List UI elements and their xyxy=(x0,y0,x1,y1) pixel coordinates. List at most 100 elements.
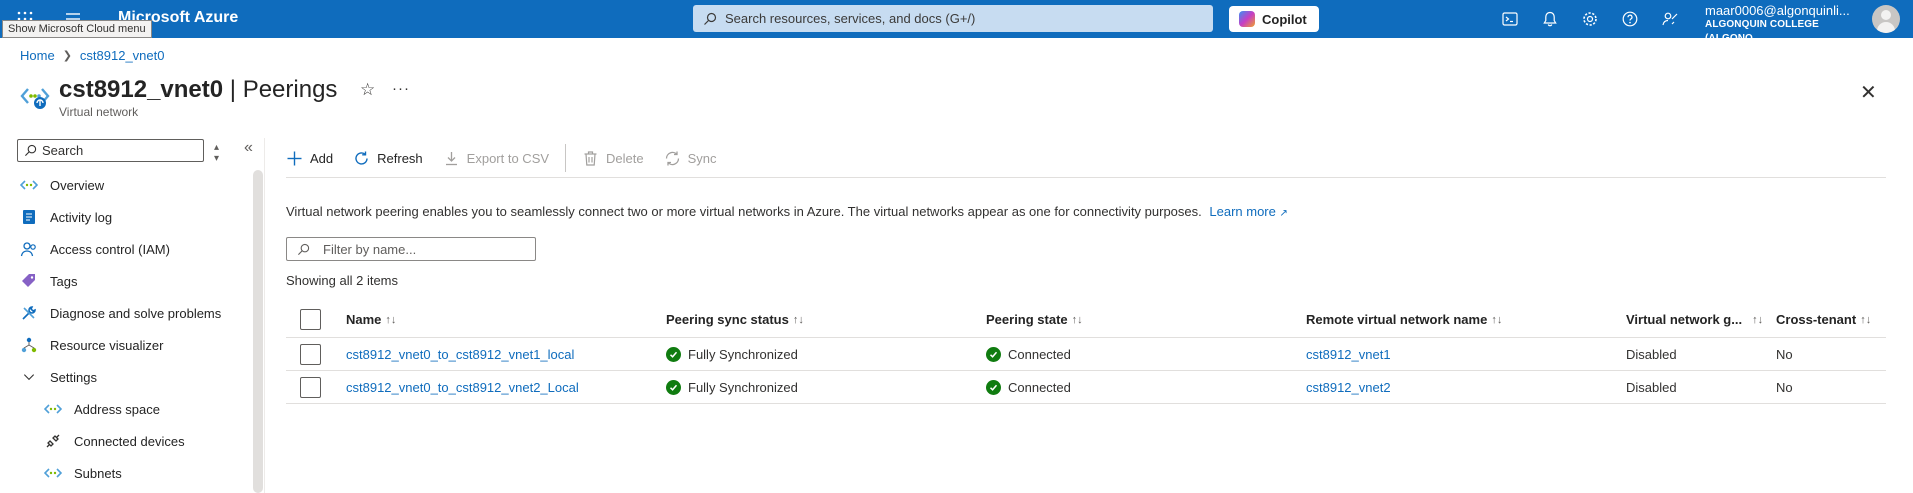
sort-icon: ↑↓ xyxy=(1860,313,1872,326)
topbar-actions xyxy=(1490,0,1690,38)
table-header-row: Name ↑↓ Peering sync status ↑↓ Peering sta… xyxy=(286,302,1886,338)
diagnose-icon xyxy=(20,304,38,322)
column-header-cross-tenant[interactable]: Cross-tenant ↑↓ xyxy=(1776,302,1871,337)
search-icon xyxy=(704,12,717,25)
copilot-button[interactable]: Copilot xyxy=(1229,6,1319,32)
row-checkbox[interactable] xyxy=(300,338,321,370)
peerings-table: Name ↑↓ Peering sync status ↑↓ Peering sta… xyxy=(286,302,1886,404)
nav-group-settings[interactable]: Settings xyxy=(20,361,250,393)
sort-toggle-icon[interactable]: ▴ ▾ xyxy=(214,142,219,164)
favorite-star-icon[interactable]: ☆ xyxy=(360,80,375,100)
filter-placeholder: Filter by name... xyxy=(323,241,417,257)
success-check-icon xyxy=(986,346,1001,362)
nav-item-connected-devices[interactable]: Connected devices xyxy=(20,425,250,457)
iam-icon xyxy=(20,240,38,258)
remote-vnet-link[interactable]: cst8912_vnet2 xyxy=(1306,371,1391,403)
nav-scrollbar[interactable] xyxy=(253,170,263,493)
overview-icon xyxy=(20,176,38,194)
sort-icon: ↑↓ xyxy=(1752,313,1764,326)
plug-icon xyxy=(44,432,62,450)
account-info[interactable]: maar0006@algonquinli... ALGONQUIN COLLEG… xyxy=(1705,4,1867,46)
global-search-input[interactable]: Search resources, services, and docs (G+… xyxy=(693,5,1213,32)
subnets-icon xyxy=(44,464,62,482)
sort-icon: ↑↓ xyxy=(385,313,397,326)
copilot-label: Copilot xyxy=(1262,11,1307,27)
chevron-down-icon xyxy=(20,368,38,386)
top-bar: Microsoft Azure Search resources, servic… xyxy=(0,0,1913,44)
panel-divider xyxy=(264,138,265,493)
peering-name-link[interactable]: cst8912_vnet0_to_cst8912_vnet2_Local xyxy=(346,371,579,403)
info-description: Virtual network peering enables you to s… xyxy=(286,204,1288,219)
refresh-button[interactable]: Refresh xyxy=(353,150,423,167)
close-icon[interactable]: ✕ xyxy=(1860,80,1877,105)
avatar[interactable] xyxy=(1872,5,1900,33)
column-header-remote-vnet[interactable]: Remote virtual network name ↑↓ xyxy=(1306,302,1502,337)
sort-icon: ↑↓ xyxy=(1071,313,1083,326)
learn-more-link[interactable]: Learn more ↗ xyxy=(1209,204,1288,219)
page-title-resource: cst8912_vnet0 xyxy=(59,76,224,103)
settings-gear-icon[interactable] xyxy=(1570,0,1610,38)
sync-status-cell: Fully Synchronized xyxy=(666,371,798,403)
nav-item-iam[interactable]: Access control (IAM) xyxy=(20,233,250,265)
export-csv-button[interactable]: Export to CSV xyxy=(443,150,549,167)
copilot-icon xyxy=(1239,11,1255,27)
global-search-placeholder: Search resources, services, and docs (G+… xyxy=(725,11,976,26)
notifications-bell-icon[interactable] xyxy=(1530,0,1570,38)
nav-search-placeholder: Search xyxy=(42,143,84,158)
nav-item-overview[interactable]: Overview xyxy=(20,169,250,201)
nav-menu: Overview Activity log Access control (IA… xyxy=(20,169,250,489)
row-checkbox[interactable] xyxy=(300,371,321,403)
vnet-gateway-cell: Disabled xyxy=(1626,346,1677,362)
nav-item-activity-log[interactable]: Activity log xyxy=(20,201,250,233)
table-row[interactable]: cst8912_vnet0_to_cst8912_vnet2_Local Ful… xyxy=(286,371,1886,404)
cloud-menu-tooltip: Show Microsoft Cloud menu xyxy=(2,20,152,38)
nav-item-address-space[interactable]: Address space xyxy=(20,393,250,425)
search-icon xyxy=(24,144,37,157)
peering-state-cell: Connected xyxy=(986,371,1071,403)
cross-tenant-cell: No xyxy=(1776,379,1793,395)
account-email: maar0006@algonquinli... xyxy=(1705,3,1850,18)
command-bar: Add Refresh Export to CSV Delete Sync xyxy=(286,143,737,173)
column-header-peering-state[interactable]: Peering state ↑↓ xyxy=(986,302,1083,337)
column-header-sync-status[interactable]: Peering sync status ↑↓ xyxy=(666,302,804,337)
sort-icon: ↑↓ xyxy=(792,313,804,326)
breadcrumb-home[interactable]: Home xyxy=(20,48,55,63)
breadcrumb: Home ❯ cst8912_vnet0 xyxy=(20,48,164,63)
external-link-icon: ↗ xyxy=(1279,208,1288,219)
page-title-section: | Peerings xyxy=(229,76,338,103)
page-title: cst8912_vnet0 | Peerings xyxy=(59,76,337,104)
nav-item-resource-visualizer[interactable]: Resource visualizer xyxy=(20,329,250,361)
nav-item-subnets[interactable]: Subnets xyxy=(20,457,250,489)
address-space-icon xyxy=(44,400,62,418)
sync-icon xyxy=(665,151,679,165)
search-icon xyxy=(297,243,310,255)
table-row[interactable]: cst8912_vnet0_to_cst8912_vnet1_local Ful… xyxy=(286,338,1886,371)
feedback-icon[interactable] xyxy=(1650,0,1690,38)
nav-item-tags[interactable]: Tags xyxy=(20,265,250,297)
tag-icon xyxy=(20,272,38,290)
peering-name-link[interactable]: cst8912_vnet0_to_cst8912_vnet1_local xyxy=(346,338,574,370)
column-header-vnet-gateway[interactable]: Virtual network g... ↑↓ xyxy=(1626,302,1763,337)
add-button[interactable]: Add xyxy=(286,150,333,167)
collapse-nav-icon[interactable]: « xyxy=(244,139,253,157)
sync-status-cell: Fully Synchronized xyxy=(666,338,798,370)
nav-search-input[interactable]: Search xyxy=(17,139,204,162)
breadcrumb-resource[interactable]: cst8912_vnet0 xyxy=(80,48,165,63)
cloud-shell-icon[interactable] xyxy=(1490,0,1530,38)
download-icon xyxy=(445,151,457,165)
trash-icon xyxy=(584,150,597,166)
filter-by-name-input[interactable]: Filter by name... xyxy=(286,237,536,261)
remote-vnet-link[interactable]: cst8912_vnet1 xyxy=(1306,338,1391,370)
visualizer-icon xyxy=(20,336,38,354)
column-header-name[interactable]: Name ↑↓ xyxy=(346,302,396,337)
help-question-icon[interactable] xyxy=(1610,0,1650,38)
success-check-icon xyxy=(986,379,1001,395)
account-org: ALGONQUIN COLLEGE (ALGONQ... xyxy=(1705,19,1819,44)
nav-item-diagnose[interactable]: Diagnose and solve problems xyxy=(20,297,250,329)
resource-type: Virtual network xyxy=(59,105,139,119)
sync-button[interactable]: Sync xyxy=(664,150,717,167)
peering-state-cell: Connected xyxy=(986,338,1071,370)
delete-button[interactable]: Delete xyxy=(582,150,644,167)
select-all-checkbox[interactable] xyxy=(300,302,321,337)
more-options-icon[interactable]: ··· xyxy=(392,80,410,97)
